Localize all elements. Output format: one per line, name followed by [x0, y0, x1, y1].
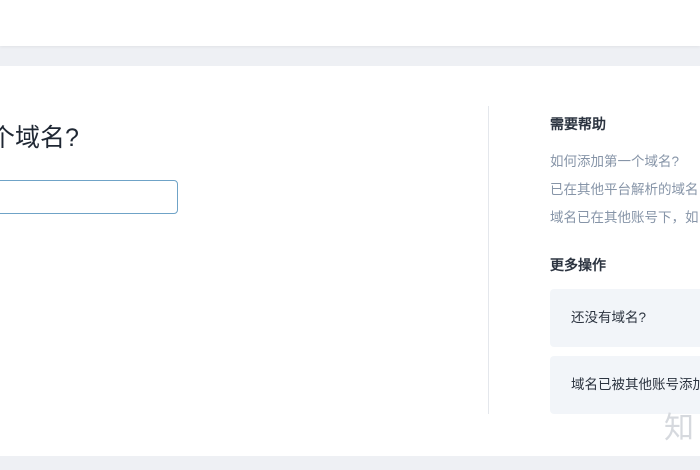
watermark-logo: 知 — [664, 403, 694, 447]
top-header-bar — [0, 0, 700, 46]
vertical-divider — [488, 106, 489, 414]
action-no-domain[interactable]: 还没有域名? — [550, 289, 700, 347]
watermark-text: 知 — [664, 411, 694, 446]
help-link-resolved-elsewhere[interactable]: 已在其他平台解析的域名 — [550, 178, 699, 198]
action-domain-added-by-other-label: 域名已被其他账号添加 — [571, 377, 700, 392]
action-no-domain-label: 还没有域名? — [571, 310, 647, 325]
help-link-domain-in-other-account[interactable]: 域名已在其他账号下，如 — [550, 206, 699, 226]
help-section-title: 需要帮助 — [550, 116, 606, 132]
domain-input[interactable] — [0, 180, 178, 214]
help-link-add-first-domain[interactable]: 如何添加第一个域名? — [550, 150, 679, 170]
add-domain-card: 个域名? 需要帮助 如何添加第一个域名? 已在其他平台解析的域名 域名已在其他账… — [0, 66, 700, 456]
more-actions-title: 更多操作 — [550, 257, 606, 273]
page-title: 个域名? — [0, 124, 79, 152]
